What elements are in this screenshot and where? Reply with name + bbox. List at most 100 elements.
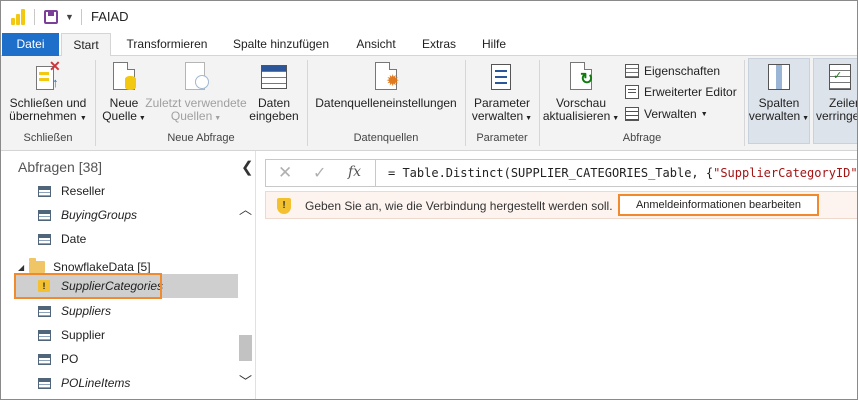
group-separator [95,60,96,146]
enter-data-label-2: eingeben [249,109,299,123]
powerbi-logo-icon [11,9,25,25]
recent-sources-label-2: Quellen [170,109,213,123]
manage-columns-label-2: verwalten [748,109,801,123]
refresh-preview-label-2: aktualisieren [542,109,611,123]
enter-data-button[interactable]: Daten eingeben [247,62,301,123]
scroll-down-icon[interactable]: ﹀ [239,371,252,390]
new-source-button[interactable]: Neue Quelle ▼ [101,62,147,125]
ribbon-tabs: Datei Start Transformieren Spalte hinzuf… [1,33,857,57]
query-item-label: Reseller [61,184,106,198]
manage-parameters-button[interactable]: Parameter verwalten ▼ [469,62,535,125]
tab-file[interactable]: Datei [2,33,59,56]
tab-tools[interactable]: Extras [415,33,463,56]
title-separator [81,9,82,25]
scrollbar-thumb[interactable] [239,335,252,361]
manage-icon [625,107,639,121]
query-item-label: BuyingGroups [61,208,138,222]
query-item[interactable]: Supplier [38,324,105,346]
table-icon [38,353,51,365]
table-icon [38,305,51,317]
fx-icon[interactable]: fx [348,164,361,180]
reduce-rows-icon: ✓ [829,62,851,92]
formula-bar: ✕ ✓ fx = Table.Distinct(SUPPLIER_CATEGOR… [265,159,857,187]
manage-label: Verwalten [644,107,697,121]
reduce-rows-button[interactable]: ✓ Zeilen verringern [815,62,857,123]
query-item-label: Supplier [61,328,106,342]
title-separator [34,9,35,25]
cancel-formula-icon[interactable]: ✕ [278,163,292,183]
datasource-settings-label: Datenquelleneinstellungen [315,96,457,110]
recent-sources-icon [183,62,209,92]
refresh-preview-icon: ↻ [568,62,594,92]
tab-home[interactable]: Start [61,33,111,57]
query-folder-label: SnowflakeData [5] [53,260,151,274]
advanced-editor-icon [625,85,639,99]
folder-expanded-icon[interactable]: ◢ [18,263,24,272]
properties-button[interactable]: Eigenschaften [625,62,720,80]
folder-icon [29,258,46,273]
group-separator [307,60,308,146]
edit-credentials-button[interactable]: Anmeldeinformationen bearbeiten [618,194,819,216]
group-label-new-query: Neue Abfrage [167,132,235,144]
quick-access-dropdown-icon[interactable]: ▼ [65,12,74,22]
properties-icon [625,64,639,78]
save-icon[interactable] [44,10,58,24]
refresh-preview-button[interactable]: ↻ Vorschau aktualisieren ▼ [542,62,620,125]
manage-button[interactable]: Verwalten ▼ [625,105,708,123]
query-item[interactable]: PO [38,348,78,370]
reduce-rows-label-2: verringern [816,109,857,123]
shield-warning-icon: ! [277,198,291,214]
tab-transform[interactable]: Transformieren [119,33,215,56]
new-source-label-2: Quelle [102,109,137,123]
advanced-editor-label: Erweiterter Editor [644,85,737,99]
scroll-up-icon[interactable]: ︿ [239,199,252,218]
formula-text-prefix: = Table.Distinct(SUPPLIER_CATEGORIES_Tab… [388,166,714,180]
group-separator [539,60,540,146]
query-item-label: PO [61,352,79,366]
query-item-label: POLineItems [61,376,131,390]
query-item[interactable]: BuyingGroups [38,204,137,226]
table-icon [38,209,51,221]
recent-sources-button[interactable]: Zuletzt verwendete Quellen ▼ [145,62,247,125]
group-label-query: Abfrage [622,132,662,144]
tab-view[interactable]: Ansicht [347,33,405,56]
group-label-close: Schließen [23,132,73,144]
warning-message: Geben Sie an, wie die Verbindung hergest… [305,199,613,213]
tab-add-column[interactable]: Spalte hinzufügen [223,33,339,56]
datasource-settings-button[interactable]: ✹ Datenquelleneinstellungen [311,62,461,110]
table-icon [38,329,51,341]
table-icon [38,233,51,245]
queries-panel: Abfragen [38] ❮ Reseller BuyingGroups Da… [1,151,256,399]
tab-help[interactable]: Hilfe [471,33,517,56]
app-window: ▼ FAIAD Datei Start Transformieren Spalt… [0,0,858,400]
query-item[interactable]: Suppliers [38,300,111,322]
group-separator [465,60,466,146]
queries-panel-header: Abfragen [38] [18,159,103,175]
query-item[interactable]: POLineItems [38,372,130,394]
credentials-warning-bar: ! Geben Sie an, wie die Verbindung herge… [265,191,857,219]
manage-columns-icon [768,62,790,92]
query-item-label: Date [61,232,87,246]
close-apply-icon: ✕ ↑ [36,59,61,92]
formula-input[interactable]: = Table.Distinct(SUPPLIER_CATEGORIES_Tab… [388,166,857,180]
query-item-label: Suppliers [61,304,112,318]
formula-controls: ✕ ✓ fx [266,160,376,186]
title-bar: ▼ FAIAD [1,1,857,33]
close-apply-button[interactable]: ✕ ↑ Schließen und übernehmen ▼ [7,59,89,125]
window-title: FAIAD [91,9,129,24]
advanced-editor-button[interactable]: Erweiterter Editor [625,83,737,101]
close-apply-label-2: übernehmen [9,109,77,123]
query-item[interactable]: Date [38,228,86,250]
parameters-icon [491,62,513,92]
table-icon [38,185,51,197]
manage-columns-button[interactable]: Spalten verwalten ▼ [748,62,810,125]
query-item[interactable]: Reseller [38,180,105,202]
confirm-formula-icon[interactable]: ✓ [313,163,326,183]
manage-parameters-label-2: verwalten [471,109,524,123]
table-icon [38,377,51,389]
group-label-datasources: Datenquellen [353,132,419,144]
properties-label: Eigenschaften [644,64,721,78]
queries-scrollbar[interactable]: ︿ ﹀ [238,199,253,399]
ribbon: ✕ ↑ Schließen und übernehmen ▼ Schließen… [1,56,857,151]
collapse-panel-icon[interactable]: ❮ [241,158,254,176]
